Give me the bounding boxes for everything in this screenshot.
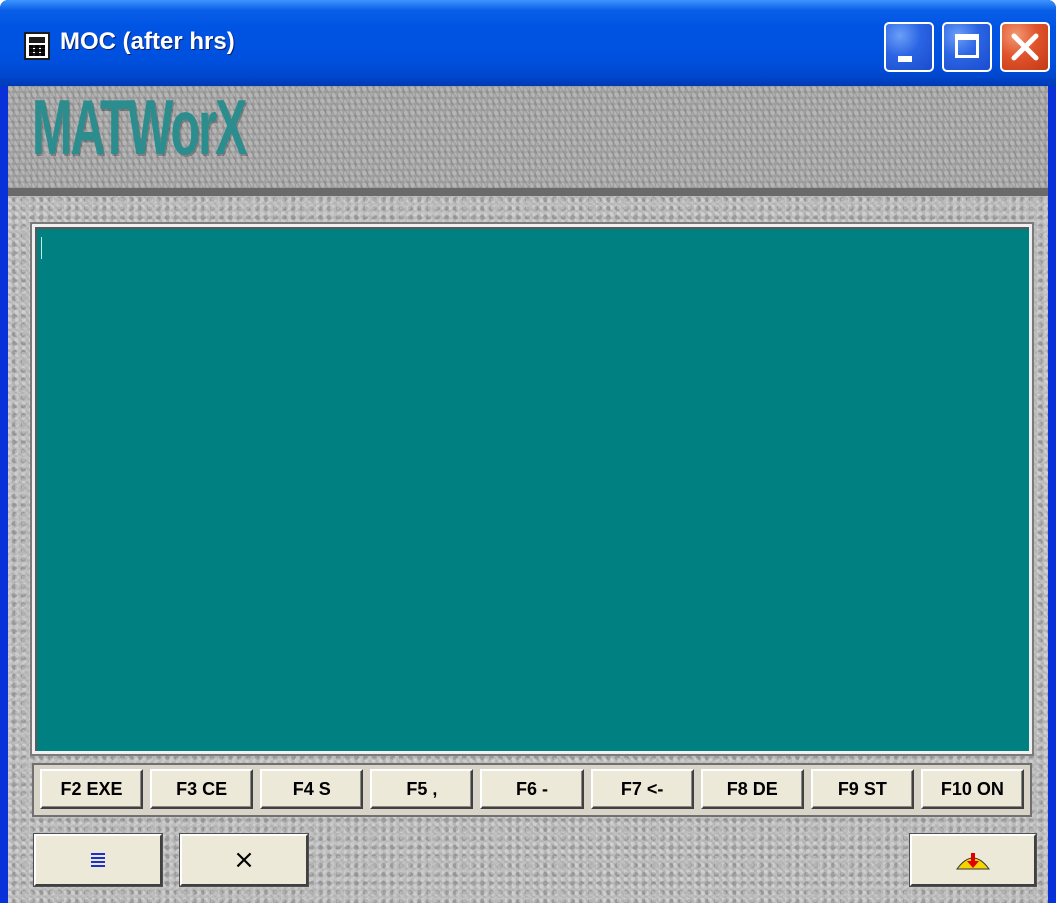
calculator-icon[interactable] <box>24 32 50 60</box>
f6-minus-button[interactable]: F6 - <box>480 769 584 809</box>
maximize-icon <box>955 34 979 58</box>
banner: MATWorX <box>8 83 1048 196</box>
function-key-bar: F2 EXE F3 CE F4 S F5 , F6 - F7 <- F8 DE … <box>32 763 1032 817</box>
minimize-icon <box>898 56 912 62</box>
window-title: MOC (after hrs) <box>60 28 235 55</box>
clear-button[interactable]: × <box>180 834 308 886</box>
display-area[interactable] <box>32 224 1032 754</box>
list-button[interactable] <box>34 834 162 886</box>
close-icon <box>1011 33 1039 61</box>
f9-st-button[interactable]: F9 ST <box>810 769 914 809</box>
title-bar[interactable]: MOC (after hrs) <box>0 0 1056 86</box>
close-button[interactable] <box>1000 22 1050 72</box>
text-caret <box>41 237 42 259</box>
f8-de-button[interactable]: F8 DE <box>700 769 804 809</box>
f5-comma-button[interactable]: F5 , <box>370 769 474 809</box>
client-area: MATWorX F2 EXE F3 CE F4 S F5 , F6 - F7 <… <box>8 83 1048 903</box>
app-window: MOC (after hrs) MATWorX F2 EXE F3 CE F4 … <box>0 0 1056 903</box>
list-icon <box>91 853 105 867</box>
close-icon: × <box>233 845 255 875</box>
f7-backspace-button[interactable]: F7 <- <box>590 769 694 809</box>
download-button[interactable] <box>910 834 1036 886</box>
f3-ce-button[interactable]: F3 CE <box>150 769 254 809</box>
minimize-button[interactable] <box>884 22 934 72</box>
warning-down-arrow-icon <box>956 853 990 870</box>
f4-s-button[interactable]: F4 S <box>260 769 364 809</box>
f2-exe-button[interactable]: F2 EXE <box>40 769 144 809</box>
logo: MATWorX <box>32 83 247 171</box>
maximize-button[interactable] <box>942 22 992 72</box>
f10-on-button[interactable]: F10 ON <box>920 769 1024 809</box>
